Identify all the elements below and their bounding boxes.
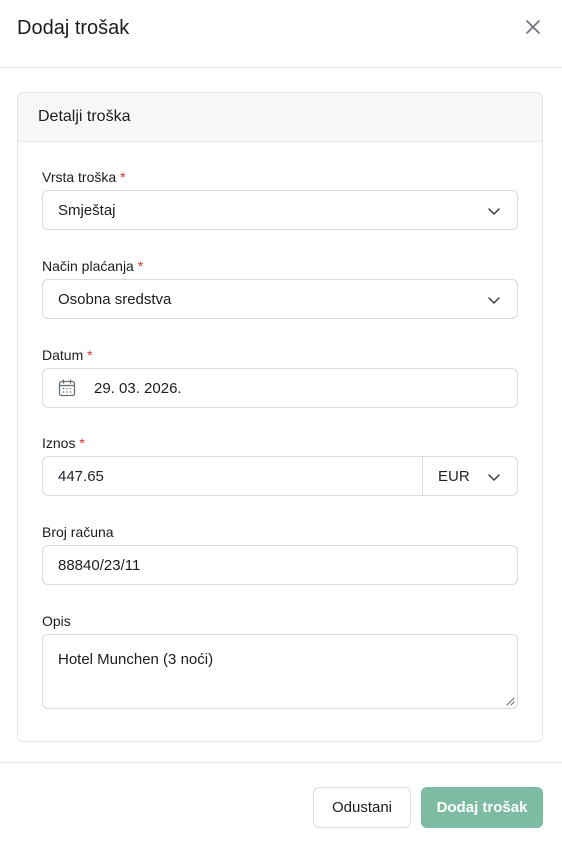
date-input[interactable]: 29. 03. 2026. (42, 368, 518, 408)
card-header: Detalji troška (18, 93, 542, 142)
amount-value: 447.65 (58, 467, 104, 485)
payment-method-value: Osobna sredstva (58, 290, 172, 308)
modal-title: Dodaj trošak (17, 17, 130, 39)
description-textarea[interactable]: Hotel Munchen (3 noći) (42, 634, 518, 709)
payment-method-label: Način plaćanja * (42, 257, 143, 275)
amount-label-text: Iznos (42, 435, 76, 451)
required-mark: * (120, 169, 126, 185)
chevron-down-icon (488, 208, 500, 215)
resize-handle-icon[interactable] (505, 696, 515, 706)
chevron-down-icon (488, 474, 500, 481)
invoice-number-label-text: Broj računa (42, 524, 114, 540)
required-mark: * (87, 347, 93, 363)
close-icon (526, 20, 540, 34)
expense-type-label-text: Vrsta troška (42, 169, 117, 185)
calendar-icon (58, 379, 76, 397)
modal-header: Dodaj trošak (0, 0, 562, 68)
description-label-text: Opis (42, 613, 71, 629)
chevron-down-icon (488, 297, 500, 304)
add-expense-button[interactable]: Dodaj trošak (421, 787, 543, 828)
invoice-number-input[interactable]: 88840/23/11 (42, 545, 518, 585)
required-mark: * (137, 258, 144, 274)
expense-details-card: Detalji troška Vrsta troška * Smještaj N… (17, 92, 543, 742)
footer-divider (0, 762, 562, 763)
invoice-number-label: Broj računa (42, 523, 114, 541)
amount-field-group: 447.65 EUR (42, 456, 518, 496)
description-label: Opis (42, 612, 71, 630)
date-label-text: Datum (42, 347, 84, 363)
card-title: Detalji troška (38, 108, 131, 125)
date-label: Datum * (42, 346, 93, 364)
date-value: 29. 03. 2026. (94, 379, 182, 397)
description-value: Hotel Munchen (3 noći) (58, 651, 214, 668)
currency-value: EUR (438, 467, 470, 485)
invoice-number-value: 88840/23/11 (58, 556, 141, 574)
payment-method-select[interactable]: Osobna sredstva (42, 279, 518, 319)
expense-type-value: Smještaj (58, 201, 116, 219)
payment-method-label-text: Način plaćanja (42, 258, 134, 274)
close-button[interactable] (523, 17, 543, 37)
expense-type-label: Vrsta troška * (42, 168, 126, 186)
amount-label: Iznos * (42, 434, 85, 452)
cancel-button[interactable]: Odustani (313, 787, 411, 828)
currency-select[interactable]: EUR (423, 457, 517, 495)
expense-type-select[interactable]: Smještaj (42, 190, 518, 230)
required-mark: * (79, 435, 85, 451)
amount-input[interactable]: 447.65 (43, 457, 423, 495)
add-expense-modal: Dodaj trošak Detalji troška Vrsta troška… (0, 0, 562, 849)
